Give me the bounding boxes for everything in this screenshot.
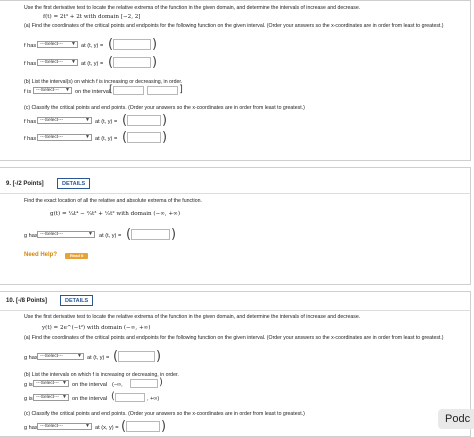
q8-f-is-label: f is bbox=[24, 89, 32, 95]
q9-divider bbox=[0, 193, 471, 194]
q9-intro: Find the exact location of all the relat… bbox=[24, 198, 202, 204]
q10-part-a: (a) Find the coordinates of the critical… bbox=[24, 335, 444, 341]
q8-c2-answer[interactable] bbox=[127, 132, 161, 143]
q9-header: 9. [-/2 Points] bbox=[6, 181, 44, 187]
q9-answer[interactable] bbox=[131, 229, 170, 240]
q9-read-it-button[interactable]: Read It bbox=[65, 253, 89, 259]
q10-g-has-label: g has bbox=[24, 355, 38, 361]
q8-intro: Use the first derivative test to locate … bbox=[24, 5, 361, 11]
close-paren-icon: ) bbox=[152, 55, 158, 70]
chevron-down-icon: ▼ bbox=[62, 380, 67, 386]
select-value: ---Select--- bbox=[36, 381, 59, 386]
q8-a2-answer[interactable] bbox=[113, 57, 151, 68]
q8-a2-select[interactable]: ---Select--- ▼ bbox=[37, 59, 78, 66]
close-paren-icon: ) bbox=[159, 377, 163, 388]
chevron-down-icon: ▼ bbox=[71, 59, 76, 65]
select-value: ---Select--- bbox=[40, 42, 63, 47]
q8-function: f(t) = 2t³ + 2t with domain [−2, 2] bbox=[43, 14, 141, 20]
chevron-down-icon: ▼ bbox=[85, 117, 90, 123]
q9-select[interactable]: ---Select--- ▼ bbox=[37, 231, 95, 238]
q8-f-has-label-c1: f has bbox=[24, 119, 37, 125]
q10-a-select[interactable]: ---Select--- ▼ bbox=[37, 353, 84, 360]
q10-details-button[interactable]: DETAILS bbox=[60, 295, 94, 306]
close-paren-icon: ) bbox=[152, 37, 158, 52]
select-value: ---Select--- bbox=[40, 60, 63, 65]
q9-g-has-label: g has bbox=[24, 233, 38, 239]
close-paren-icon: ) bbox=[162, 113, 168, 128]
q10-divider bbox=[0, 310, 471, 311]
q10-on-interval-2: on the interval bbox=[72, 396, 108, 402]
q9-need-help-label: Need Help? bbox=[24, 252, 58, 258]
q10-c-select[interactable]: ---Select--- ▼ bbox=[37, 423, 92, 430]
podcast-tab[interactable]: Podc bbox=[438, 409, 474, 429]
q10-header: 10. [-/8 Points] bbox=[6, 298, 48, 304]
q10-g-is-label-2: g is bbox=[24, 396, 33, 402]
q8-f-has-label-c2: f has bbox=[24, 136, 37, 142]
q8-part-c: (c) Classify the critical points and end… bbox=[24, 105, 305, 111]
q10-g-is-label-1: g is bbox=[24, 382, 33, 388]
question-10-panel: 10. [-/8 Points] DETAILS Use the first d… bbox=[0, 291, 471, 437]
q8-at-ty-2: at (t, y) = bbox=[81, 61, 104, 67]
chevron-down-icon: ▼ bbox=[62, 394, 67, 400]
q8-b-interval-end[interactable] bbox=[147, 86, 178, 95]
select-value: ---Select--- bbox=[40, 354, 63, 359]
q8-b-interval-start[interactable] bbox=[113, 86, 144, 95]
q9-at-ty: at (t, y) = bbox=[99, 233, 122, 239]
q8-at-ty-1: at (t, y) = bbox=[81, 43, 104, 49]
q10-at-xy: at (x, y) = bbox=[95, 425, 119, 431]
q10-a-answer[interactable] bbox=[118, 351, 155, 362]
q8-c2-select[interactable]: ---Select--- ▼ bbox=[37, 134, 92, 141]
q10-on-interval-1: on the interval bbox=[72, 382, 108, 388]
question-9-panel: 9. [-/2 Points] DETAILS Find the exact l… bbox=[0, 167, 471, 285]
q10-interval2-text: , +∞) bbox=[147, 396, 160, 402]
close-paren-icon: ) bbox=[162, 130, 168, 145]
q9-function: g(t) = ¹⁄₄t⁴ − ²⁄₃t³ + ¹⁄₂t² with domain… bbox=[50, 211, 181, 217]
select-value: ---Select--- bbox=[36, 395, 59, 400]
chevron-down-icon: ▼ bbox=[88, 231, 93, 237]
q8-c1-answer[interactable] bbox=[127, 115, 161, 126]
chevron-down-icon: ▼ bbox=[77, 353, 82, 359]
select-value: ---Select--- bbox=[40, 118, 63, 123]
q8-on-interval: on the interval bbox=[75, 89, 111, 95]
q10-c-answer[interactable] bbox=[126, 421, 160, 432]
close-bracket-icon: ] bbox=[179, 84, 183, 95]
q8-a1-answer[interactable] bbox=[113, 39, 151, 50]
q10-intro: Use the first derivative test to locate … bbox=[24, 314, 361, 320]
chevron-down-icon: ▼ bbox=[65, 87, 70, 93]
close-paren-icon: ) bbox=[161, 419, 167, 434]
chevron-down-icon: ▼ bbox=[85, 423, 90, 429]
q10-at-ty: at (t, y) = bbox=[87, 355, 110, 361]
q10-b1-answer[interactable] bbox=[130, 379, 158, 388]
chevron-down-icon: ▼ bbox=[85, 134, 90, 140]
q10-b2-answer[interactable] bbox=[115, 393, 145, 402]
q8-a1-select[interactable]: ---Select--- ▼ bbox=[37, 41, 78, 48]
q8-at-ty-c1: at (t, y) = bbox=[95, 119, 118, 125]
q8-f-has-label-1: f has bbox=[24, 43, 37, 49]
q9-details-button[interactable]: DETAILS bbox=[57, 178, 91, 189]
select-value: ---Select--- bbox=[40, 135, 63, 140]
chevron-down-icon: ▼ bbox=[71, 41, 76, 47]
q10-b1-select[interactable]: ---Select--- ▼ bbox=[33, 380, 69, 387]
close-paren-icon: ) bbox=[156, 349, 162, 364]
select-value: ---Select--- bbox=[40, 424, 63, 429]
select-value: ---Select--- bbox=[36, 88, 59, 93]
q10-b2-select[interactable]: ---Select--- ▼ bbox=[33, 394, 69, 401]
select-value: ---Select--- bbox=[40, 232, 63, 237]
question-8-panel: Use the first derivative test to locate … bbox=[0, 0, 471, 161]
q8-c1-select[interactable]: ---Select--- ▼ bbox=[37, 117, 92, 124]
q8-at-ty-c2: at (t, y) = bbox=[95, 136, 118, 142]
q8-part-a: (a) Find the coordinates of the critical… bbox=[24, 23, 444, 29]
q10-g-has-label-c: g has bbox=[24, 425, 38, 431]
q10-function: y(t) = 2e^(−t²) with domain (−∞, +∞) bbox=[42, 325, 151, 331]
q8-part-b: (b) List the interval(s) on which f is i… bbox=[24, 79, 183, 85]
close-paren-icon: ) bbox=[171, 227, 177, 242]
q8-f-has-label-2: f has bbox=[24, 61, 37, 67]
q8-b-select[interactable]: ---Select--- ▼ bbox=[33, 87, 72, 94]
q10-interval1-text: (−∞, bbox=[112, 382, 123, 388]
q10-part-b: (b) List the intervals on which f is inc… bbox=[24, 372, 179, 378]
q10-part-c: (c) Classify the critical points and end… bbox=[24, 411, 305, 417]
